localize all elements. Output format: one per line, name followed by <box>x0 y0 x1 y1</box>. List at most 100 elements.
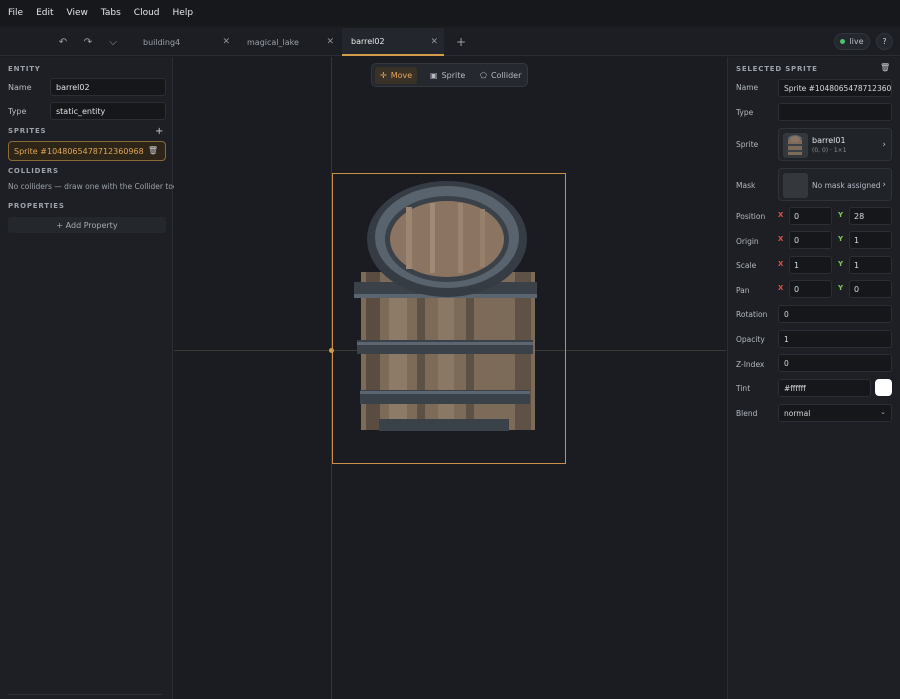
trash-icon[interactable]: 🗑 <box>148 146 158 155</box>
position-x: X 0 <box>778 207 833 225</box>
tab-label: building4 <box>143 37 181 47</box>
name-label: Name <box>736 83 759 92</box>
rotation-input[interactable]: 0 <box>778 305 892 323</box>
sprite-thumbnail <box>783 133 808 158</box>
divider <box>8 694 162 695</box>
entity-type-input[interactable]: static_entity <box>50 102 166 120</box>
blend-select[interactable]: normal ⌄ <box>778 404 892 422</box>
type-label: Type <box>8 107 27 116</box>
mask-thumbnail <box>783 173 808 198</box>
tab-bar: ↶ ↷ ⌵ building4 ✕ magical_lake ✕ barrel0… <box>0 28 900 56</box>
blend-value: normal <box>784 408 811 418</box>
mask-picker[interactable]: No mask assigned › <box>778 168 892 201</box>
tab-label: magical_lake <box>247 37 299 47</box>
close-icon[interactable]: ✕ <box>326 37 334 47</box>
close-icon[interactable]: ✕ <box>430 37 438 47</box>
tab-barrel02[interactable]: barrel02 ✕ <box>342 28 444 56</box>
sprite-item-label: Sprite #1048065478712360968 <box>14 146 144 156</box>
y-tag: Y <box>838 235 844 243</box>
tint-label: Tint <box>736 384 751 393</box>
x-tag: X <box>778 211 784 219</box>
tab-label: barrel02 <box>351 36 385 46</box>
properties-section-title: PROPERTIES <box>8 202 65 210</box>
menu-file[interactable]: File <box>8 8 23 18</box>
sprite-list-item[interactable]: Sprite #1048065478712360968 🗑 <box>8 141 166 161</box>
scale-y: Y 1 <box>838 256 892 274</box>
scene-canvas[interactable]: ✛ Move ▣ Sprite ⬠ Collider <box>174 57 726 699</box>
move-label: Move <box>390 71 413 80</box>
origin-x-input[interactable]: 0 <box>789 231 832 249</box>
zindex-label: Z-Index <box>736 360 765 369</box>
tool-toolbar: ✛ Move ▣ Sprite ⬠ Collider <box>371 63 528 87</box>
scale-x-input[interactable]: 1 <box>789 256 832 274</box>
opacity-label: Opacity <box>736 335 765 344</box>
y-tag: Y <box>838 284 844 292</box>
menu-tabs[interactable]: Tabs <box>101 8 121 18</box>
add-sprite-button[interactable]: + <box>155 126 163 137</box>
zindex-input[interactable]: 0 <box>778 354 892 372</box>
sprite-type-input[interactable] <box>778 103 892 121</box>
redo-icon[interactable]: ↷ <box>81 35 95 49</box>
move-tool-button[interactable]: ✛ Move <box>375 67 418 84</box>
entity-name-input[interactable]: barrel02 <box>50 78 166 96</box>
menu-help[interactable]: Help <box>173 8 194 18</box>
position-y: Y 28 <box>838 207 892 225</box>
blend-label: Blend <box>736 409 758 418</box>
colliders-empty-text: No colliders — draw one with the Collide… <box>8 182 180 191</box>
colliders-section-title: COLLIDERS <box>8 167 59 175</box>
pan-label: Pan <box>736 286 750 295</box>
origin-x: X 0 <box>778 231 833 249</box>
pan-x: X 0 <box>778 280 833 298</box>
tab-magical-lake[interactable]: magical_lake ✕ <box>238 28 340 56</box>
menu-edit[interactable]: Edit <box>36 8 53 18</box>
menubar: File Edit View Tabs Cloud Help <box>0 0 900 26</box>
sprite-label: Sprite <box>736 140 759 149</box>
origin-label: Origin <box>736 237 759 246</box>
mask-text: No mask assigned <box>812 181 881 190</box>
x-tag: X <box>778 235 784 243</box>
menu-cloud[interactable]: Cloud <box>134 8 160 18</box>
chevron-right-icon: › <box>882 180 886 190</box>
y-tag: Y <box>838 260 844 268</box>
origin-y-input[interactable]: 1 <box>849 231 892 249</box>
tint-input[interactable]: #ffffff <box>778 379 871 397</box>
menu-view[interactable]: View <box>67 8 88 18</box>
sprite-name: barrel01 <box>812 136 846 145</box>
opacity-input[interactable]: 1 <box>778 330 892 348</box>
sprite-label: Sprite <box>441 71 466 80</box>
pan-y-input[interactable]: 0 <box>849 280 892 298</box>
collider-tool-button[interactable]: ⬠ Collider <box>475 67 526 84</box>
polygon-icon: ⬠ <box>480 71 487 80</box>
chevron-down-icon: ⌄ <box>880 408 886 416</box>
sprite-picker[interactable]: barrel01 (0, 0) · 1×1 › <box>778 128 892 161</box>
scale-x: X 1 <box>778 256 833 274</box>
help-button[interactable]: ? <box>876 33 893 50</box>
add-property-button[interactable]: + Add Property <box>8 217 166 233</box>
pan-x-input[interactable]: 0 <box>789 280 832 298</box>
position-x-input[interactable]: 0 <box>789 207 832 225</box>
entity-section-title: ENTITY <box>8 65 41 73</box>
undo-icon[interactable]: ↶ <box>56 35 70 49</box>
image-icon: ▣ <box>430 71 438 80</box>
new-tab-icon[interactable]: + <box>454 35 468 49</box>
position-y-input[interactable]: 28 <box>849 207 892 225</box>
rotation-label: Rotation <box>736 310 768 319</box>
tint-color-swatch[interactable] <box>875 379 892 396</box>
sprite-name-input[interactable]: Sprite #1048065478712360968 <box>778 79 892 97</box>
x-tag: X <box>778 284 784 292</box>
live-status[interactable]: live <box>834 33 870 50</box>
origin-y: Y 1 <box>838 231 892 249</box>
sprite-tool-button[interactable]: ▣ Sprite <box>425 67 470 84</box>
close-icon[interactable]: ✕ <box>222 37 230 47</box>
trash-icon[interactable]: 🗑 <box>880 63 890 72</box>
y-tag: Y <box>838 211 844 219</box>
sprite-meta: (0, 0) · 1×1 <box>812 147 847 154</box>
name-label: Name <box>8 83 32 92</box>
scale-y-input[interactable]: 1 <box>849 256 892 274</box>
tab-building4[interactable]: building4 ✕ <box>134 28 236 56</box>
chevron-down-icon[interactable]: ⌵ <box>106 35 120 49</box>
entity-panel: ENTITY Name barrel02 Type static_entity … <box>0 57 180 699</box>
selection-box[interactable] <box>332 173 566 464</box>
mask-label: Mask <box>736 181 756 190</box>
type-label: Type <box>736 108 754 117</box>
